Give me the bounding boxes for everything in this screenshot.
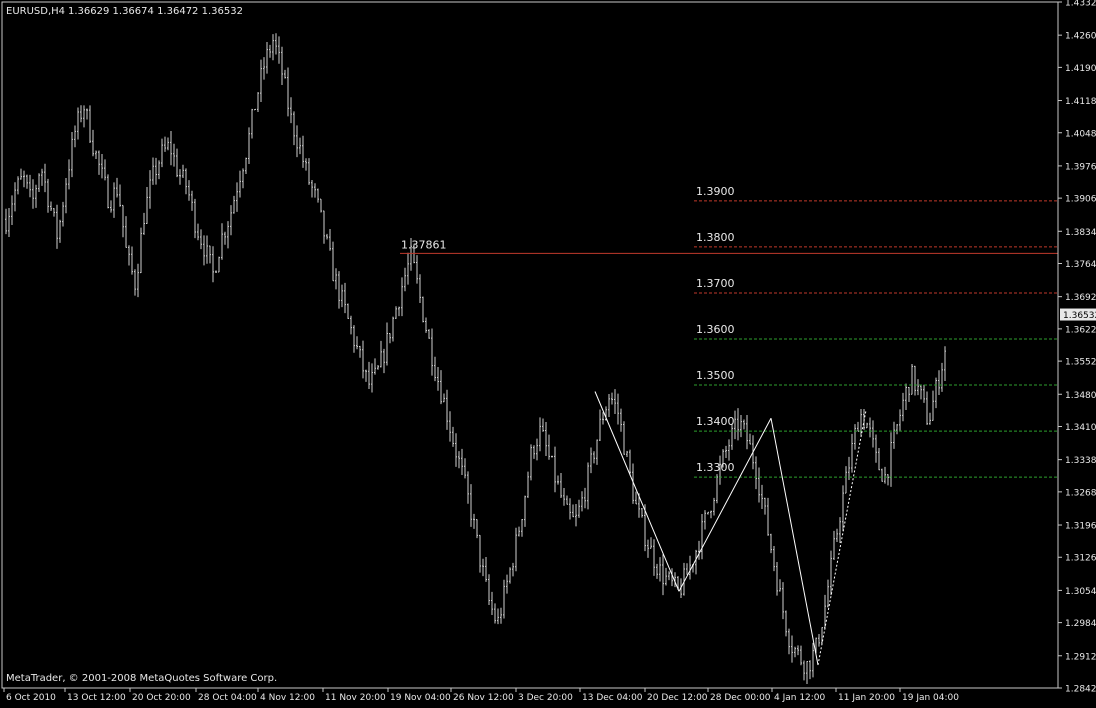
x-tick-label: 13 Dec 04:00: [582, 693, 643, 703]
y-tick-label: 1.29120: [1065, 652, 1096, 662]
y-tick-label: 1.36220: [1065, 325, 1096, 335]
y-tick-label: 1.36920: [1065, 293, 1096, 303]
current-price-label: 1.36532: [1063, 311, 1096, 321]
level-label: 1.3700: [696, 277, 735, 290]
level-label: 1.3600: [696, 323, 735, 336]
chart-frame: [1, 1, 1059, 689]
y-tick-label: 1.39060: [1065, 195, 1096, 205]
x-tick-label: 6 Oct 2010: [6, 693, 56, 703]
y-tick-label: 1.37640: [1065, 260, 1096, 270]
x-tick-label: 28 Dec 00:00: [710, 693, 771, 703]
x-tick-label: 4 Jan 12:00: [774, 693, 826, 703]
price-axis: 1.43320 1.42600 1.41900 1.41180 1.40480 1.397…: [1058, 0, 1096, 695]
x-tick-label: 11 Jan 20:00: [838, 693, 895, 703]
y-tick-label: 1.42600: [1065, 32, 1096, 42]
y-tick-label: 1.38340: [1065, 228, 1096, 238]
y-tick-label: 1.41900: [1065, 64, 1096, 74]
high-price-label: 1.37861: [401, 238, 447, 251]
y-tick-label: 1.31260: [1065, 554, 1096, 564]
time-axis: 6 Oct 2010 13 Oct 12:00 20 Oct 20:00 28 Oct…: [3, 688, 959, 703]
zigzag-pattern: [594, 391, 867, 666]
level-label: 1.3900: [696, 185, 735, 198]
x-tick-label: 26 Nov 12:00: [453, 693, 514, 703]
zigzag-segment: [678, 417, 772, 592]
y-tick-label: 1.35520: [1065, 358, 1096, 368]
y-tick-label: 1.32680: [1065, 488, 1096, 498]
y-tick-label: 1.34100: [1065, 423, 1096, 433]
x-tick-label: 13 Oct 12:00: [67, 693, 126, 703]
level-label: 1.3500: [696, 369, 735, 382]
plot-border: [1, 1, 1059, 689]
y-tick-label: 1.30540: [1065, 587, 1096, 597]
y-tick-label: 1.41180: [1065, 97, 1096, 107]
chart-canvas[interactable]: 1.37861 1.3900 1.3800 1.3700 1.3600 1.3500 1.3…: [0, 0, 1096, 704]
y-tick-label: 1.28420: [1065, 685, 1096, 695]
zigzag-segment: [770, 418, 819, 666]
price-chart[interactable]: 1.37861 1.3900 1.3800 1.3700 1.3600 1.3500 1.3…: [0, 0, 1096, 704]
level-label: 1.3400: [696, 415, 735, 428]
ohlc-bars: [5, 33, 946, 685]
price-levels: 1.37861 1.3900 1.3800 1.3700 1.3600 1.3500 1.3…: [400, 185, 1058, 478]
symbol-label: EURUSD,H4: [6, 6, 65, 17]
x-tick-label: 28 Oct 04:00: [198, 693, 257, 703]
y-tick-label: 1.33380: [1065, 456, 1096, 466]
level-label: 1.3300: [696, 461, 735, 474]
y-tick-label: 1.29840: [1065, 619, 1096, 629]
x-tick-label: 4 Nov 12:00: [260, 693, 315, 703]
level-label: 1.3800: [696, 231, 735, 244]
y-tick-label: 1.40480: [1065, 129, 1096, 139]
y-tick-label: 1.43320: [1065, 0, 1096, 9]
x-tick-label: 20 Dec 12:00: [647, 693, 708, 703]
y-tick-label: 1.31960: [1065, 522, 1096, 532]
y-tick-label: 1.34800: [1065, 391, 1096, 401]
y-tick-label: 1.39760: [1065, 162, 1096, 172]
copyright-text: MetaTrader, © 2001-2008 MetaQuotes Softw…: [6, 673, 277, 684]
x-tick-label: 19 Nov 04:00: [390, 693, 451, 703]
x-tick-label: 19 Jan 04:00: [902, 693, 959, 703]
zigzag-segment: [594, 391, 680, 592]
x-tick-label: 11 Nov 20:00: [325, 693, 386, 703]
ohlc-readout: 1.36629 1.36674 1.36472 1.36532: [68, 6, 243, 17]
x-tick-label: 3 Dec 20:00: [518, 693, 573, 703]
x-tick-label: 20 Oct 20:00: [132, 693, 191, 703]
